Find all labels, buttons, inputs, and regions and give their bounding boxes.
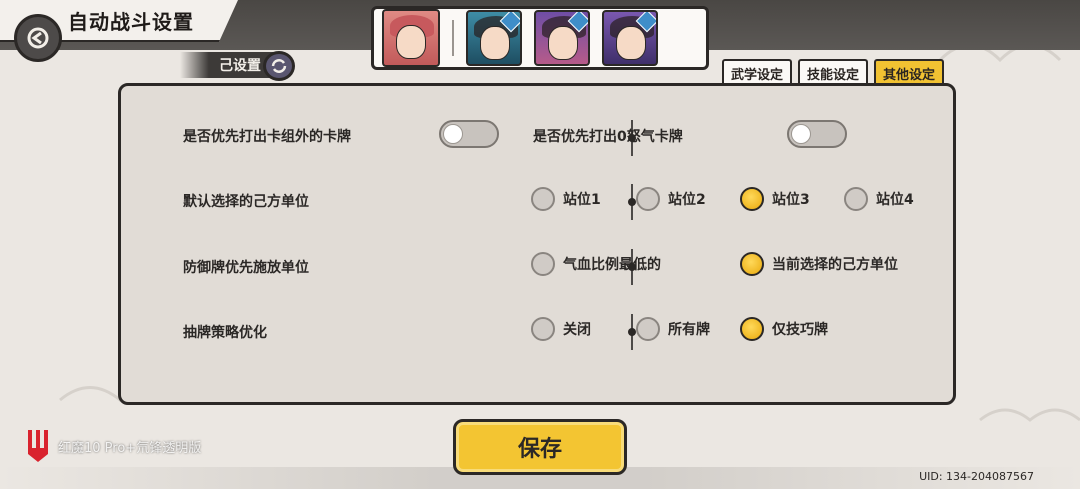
settings-panel: 是否优先打出卡组外的卡牌 是否优先打出0怒气卡牌 默认选择的己方单位 站位1 站… [118, 83, 956, 405]
team-portrait-4[interactable] [602, 10, 658, 66]
radio-dot [636, 187, 660, 211]
radio-dot [740, 317, 764, 341]
row-divider-dot [628, 328, 636, 336]
radio-dot [844, 187, 868, 211]
swap-icon [271, 59, 287, 73]
brand-logo-icon [28, 430, 48, 462]
radio-dot [531, 187, 555, 211]
page-title: 自动战斗设置 [68, 10, 194, 34]
tab-other[interactable]: 其他设定 [874, 59, 944, 85]
setting-label-draw-strategy: 抽牌策略优化 [183, 325, 267, 341]
setting-label-zero-rage: 是否优先打出0怒气卡牌 [533, 129, 683, 145]
setting-label-default-unit: 默认选择的己方单位 [183, 194, 309, 210]
row-divider-dot [628, 198, 636, 206]
setting-label-play-outside-deck: 是否优先打出卡组外的卡牌 [183, 129, 351, 145]
radio-current-selected-unit[interactable]: 当前选择的己方单位 [740, 252, 898, 276]
setting-label-defense-target: 防御牌优先施放单位 [183, 260, 309, 276]
save-button[interactable]: 保存 [453, 419, 627, 475]
radio-skill-cards-only[interactable]: 仅技巧牌 [740, 317, 828, 341]
radio-label: 关闭 [563, 322, 591, 338]
back-button[interactable] [14, 14, 62, 62]
toggle-knob [443, 124, 463, 144]
radio-label: 当前选择的己方单位 [772, 257, 898, 273]
watermark-text: 红魔10 Pro+氘锋透明版 [58, 440, 202, 456]
portrait-face [396, 25, 426, 59]
radio-label: 站位4 [876, 192, 914, 208]
swap-config-button[interactable] [263, 51, 295, 81]
radio-slot-3[interactable]: 站位3 [740, 187, 810, 211]
radio-label: 站位3 [772, 192, 810, 208]
radio-dot [740, 252, 764, 276]
portrait-face [548, 26, 578, 60]
team-portrait-3[interactable] [534, 10, 590, 66]
radio-label: 站位1 [563, 192, 601, 208]
strip-divider [452, 20, 454, 56]
toggle-knob [791, 124, 811, 144]
radio-dot [740, 187, 764, 211]
radio-slot-4[interactable]: 站位4 [844, 187, 914, 211]
tab-martial[interactable]: 武学设定 [722, 59, 792, 85]
radio-slot-2[interactable]: 站位2 [636, 187, 706, 211]
team-strip [371, 6, 709, 70]
tab-skill[interactable]: 技能设定 [798, 59, 868, 85]
radio-off[interactable]: 关闭 [531, 317, 591, 341]
toggle-play-outside-deck[interactable] [439, 120, 499, 148]
team-portrait-2[interactable] [466, 10, 522, 66]
portrait-face [616, 26, 646, 60]
toggle-zero-rage[interactable] [787, 120, 847, 148]
settings-tabs: 武学设定 技能设定 其他设定 [722, 59, 944, 85]
radio-label: 气血比例最低的 [563, 257, 661, 273]
team-portrait-lead[interactable] [382, 9, 440, 67]
radio-dot [531, 252, 555, 276]
radio-all-cards[interactable]: 所有牌 [636, 317, 710, 341]
radio-label: 站位2 [668, 192, 706, 208]
radio-label: 仅技巧牌 [772, 322, 828, 338]
config-slot-tag: 己设置 [180, 52, 276, 78]
radio-label: 所有牌 [668, 322, 710, 338]
radio-dot [531, 317, 555, 341]
device-watermark: 红魔10 Pro+氘锋透明版 [24, 428, 201, 464]
portrait-face [480, 26, 510, 60]
back-arrow-icon [27, 27, 49, 49]
radio-lowest-hp[interactable]: 气血比例最低的 [531, 252, 661, 276]
user-id-label: UID: 134-204087567 [919, 470, 1034, 483]
radio-slot-1[interactable]: 站位1 [531, 187, 601, 211]
radio-dot [636, 317, 660, 341]
